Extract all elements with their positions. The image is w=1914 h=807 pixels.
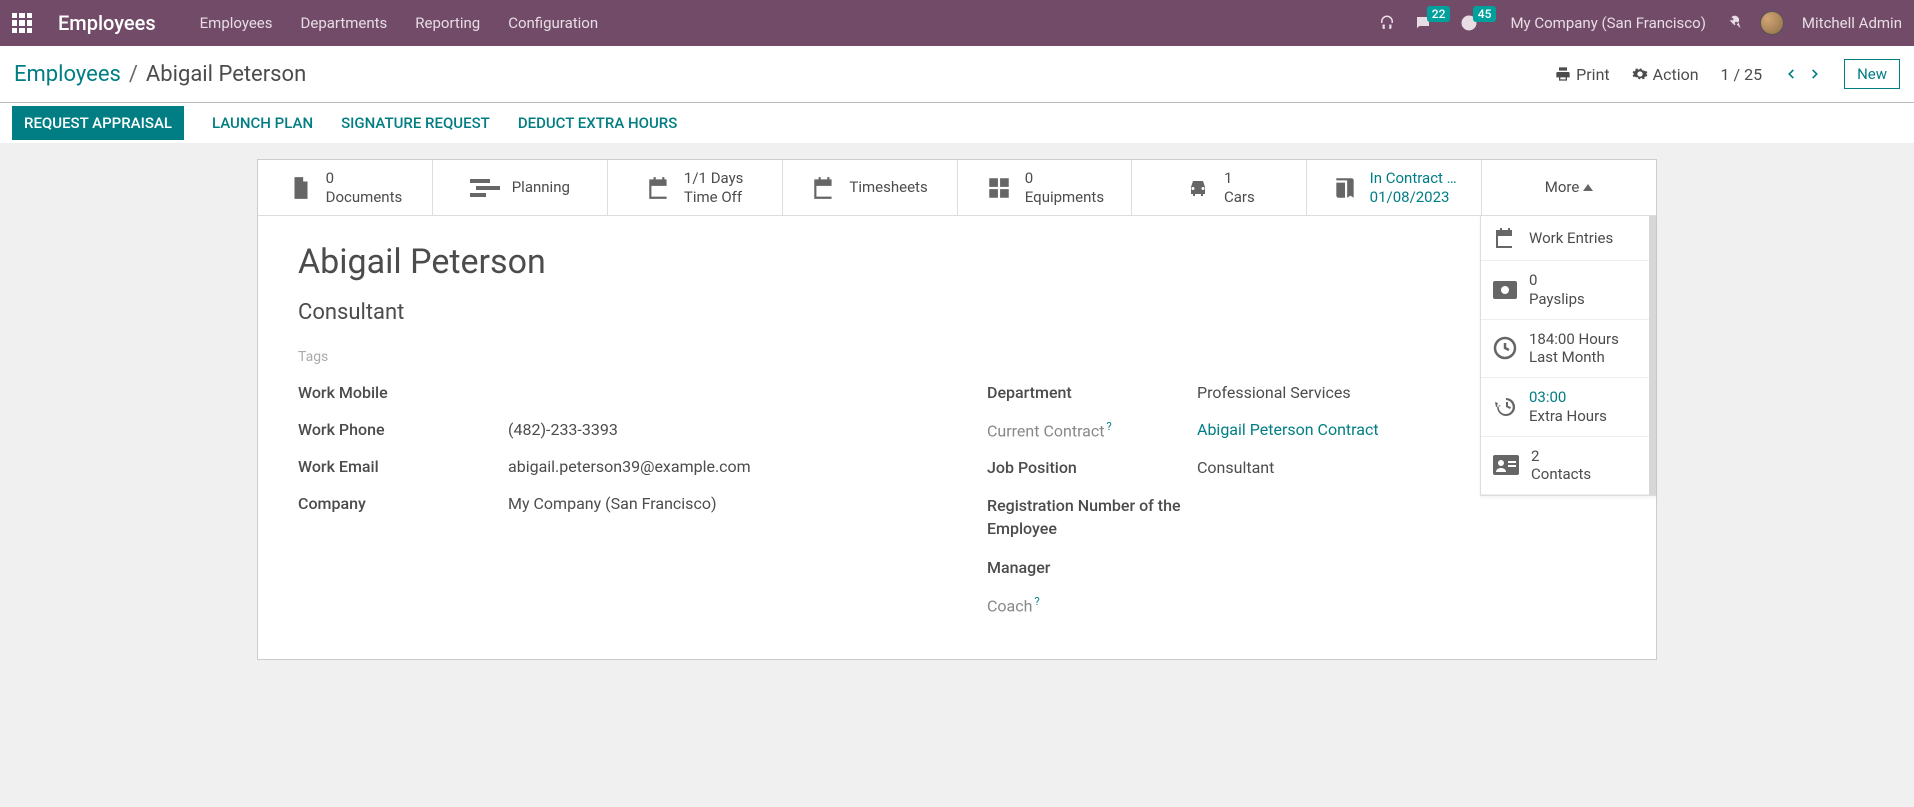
history-icon — [1493, 395, 1517, 419]
print-icon — [1555, 66, 1571, 82]
contact-icon — [1493, 455, 1519, 475]
calendar-icon — [1493, 226, 1517, 250]
menu-employees[interactable]: Employees — [200, 14, 273, 32]
top-navbar: Employees Employees Departments Reportin… — [0, 0, 1914, 46]
help-icon[interactable]: ? — [1106, 420, 1111, 433]
contract-label: Current Contract? — [987, 420, 1197, 440]
department-value[interactable]: Professional Services — [1197, 383, 1351, 402]
request-appraisal-button[interactable]: REQUEST APPRAISAL — [12, 106, 184, 140]
planning-icon — [470, 177, 500, 199]
top-menu: Employees Departments Reporting Configur… — [200, 14, 598, 32]
dd-last-month[interactable]: 184:00 HoursLast Month — [1481, 320, 1656, 379]
work-phone-label: Work Phone — [298, 420, 508, 439]
clock-icon — [1493, 336, 1517, 360]
signature-request-button[interactable]: SIGNATURE REQUEST — [341, 114, 490, 132]
action-bar: REQUEST APPRAISAL LAUNCH PLAN SIGNATURE … — [0, 103, 1914, 143]
document-icon — [288, 175, 314, 201]
dd-work-entries[interactable]: Work Entries — [1481, 216, 1656, 261]
dd-contacts[interactable]: 2Contacts — [1481, 437, 1656, 496]
work-phone-value[interactable]: (482)-233-3393 — [508, 420, 618, 439]
deduct-extra-hours-button[interactable]: DEDUCT EXTRA HOURS — [518, 114, 678, 132]
coach-label: Coach? — [987, 595, 1197, 615]
action-button[interactable]: Action — [1632, 65, 1699, 84]
chevron-right-icon[interactable] — [1808, 67, 1822, 81]
department-label: Department — [987, 383, 1197, 402]
activities-badge: 45 — [1473, 6, 1497, 22]
avatar[interactable] — [1760, 11, 1784, 35]
breadcrumb-root[interactable]: Employees — [14, 62, 121, 87]
work-email-label: Work Email — [298, 457, 508, 476]
form-sheet: 0Documents Planning 1/1 DaysTime Off Tim… — [257, 159, 1657, 660]
employee-title[interactable]: Consultant — [298, 300, 1616, 325]
breadcrumb: Employees / Abigail Peterson — [14, 62, 306, 87]
control-bar: Employees / Abigail Peterson Print Actio… — [0, 46, 1914, 103]
stat-cars[interactable]: 1Cars — [1132, 160, 1307, 215]
company-selector[interactable]: My Company (San Francisco) — [1510, 14, 1705, 32]
stat-bar: 0Documents Planning 1/1 DaysTime Off Tim… — [258, 160, 1656, 216]
menu-departments[interactable]: Departments — [301, 14, 388, 32]
regnum-label: Registration Number of the Employee — [987, 495, 1197, 540]
calendar-icon — [646, 175, 672, 201]
form-body: Abigail Peterson Consultant Tags Work Mo… — [258, 216, 1656, 659]
dd-payslips[interactable]: 0Payslips — [1481, 261, 1656, 320]
more-dropdown: Work Entries 0Payslips 184:00 HoursLast … — [1480, 216, 1656, 496]
apps-icon[interactable] — [12, 13, 32, 33]
calendar-icon — [811, 175, 837, 201]
chevron-left-icon[interactable] — [1784, 67, 1798, 81]
stat-contract[interactable]: In Contract …01/08/2023 — [1307, 160, 1482, 215]
messages-badge: 22 — [1427, 6, 1451, 22]
stat-planning[interactable]: Planning — [433, 160, 608, 215]
work-mobile-label: Work Mobile — [298, 383, 508, 402]
menu-reporting[interactable]: Reporting — [415, 14, 480, 32]
user-name[interactable]: Mitchell Admin — [1802, 14, 1902, 32]
company-value[interactable]: My Company (San Francisco) — [508, 494, 717, 513]
activities-button[interactable]: 45 — [1460, 14, 1478, 32]
stat-documents[interactable]: 0Documents — [258, 160, 433, 215]
debug-icon[interactable] — [1724, 14, 1742, 32]
gear-icon — [1632, 66, 1648, 82]
new-button[interactable]: New — [1844, 59, 1900, 89]
app-title: Employees — [58, 11, 156, 35]
work-email-value[interactable]: abigail.peterson39@example.com — [508, 457, 751, 476]
car-icon — [1184, 176, 1212, 200]
employee-name[interactable]: Abigail Peterson — [298, 242, 1616, 282]
phone-icon[interactable] — [1378, 14, 1396, 32]
money-icon — [1493, 281, 1517, 299]
manager-label: Manager — [987, 558, 1197, 577]
position-value[interactable]: Consultant — [1197, 458, 1274, 477]
left-column: Work Mobile Work Phone (482)-233-3393 Wo… — [298, 383, 927, 633]
contract-value[interactable]: Abigail Peterson Contract — [1197, 420, 1379, 440]
book-icon — [1332, 175, 1358, 201]
position-label: Job Position — [987, 458, 1197, 477]
stat-timeoff[interactable]: 1/1 DaysTime Off — [608, 160, 783, 215]
stat-timesheets[interactable]: Timesheets — [783, 160, 958, 215]
stat-equipments[interactable]: 0Equipments — [958, 160, 1133, 215]
print-button[interactable]: Print — [1555, 65, 1609, 84]
tags-field[interactable]: Tags — [298, 349, 1616, 365]
messages-button[interactable]: 22 — [1414, 14, 1432, 32]
dd-extra-hours[interactable]: 03:00Extra Hours — [1481, 378, 1656, 437]
company-label: Company — [298, 494, 508, 513]
caret-up-icon — [1583, 184, 1593, 191]
pager[interactable]: 1 / 25 — [1721, 65, 1763, 84]
launch-plan-button[interactable]: LAUNCH PLAN — [212, 114, 313, 132]
breadcrumb-current: Abigail Peterson — [146, 62, 306, 87]
menu-configuration[interactable]: Configuration — [508, 14, 598, 32]
boxes-icon — [985, 175, 1013, 201]
help-icon[interactable]: ? — [1034, 595, 1039, 608]
stat-more[interactable]: More — [1482, 160, 1656, 215]
